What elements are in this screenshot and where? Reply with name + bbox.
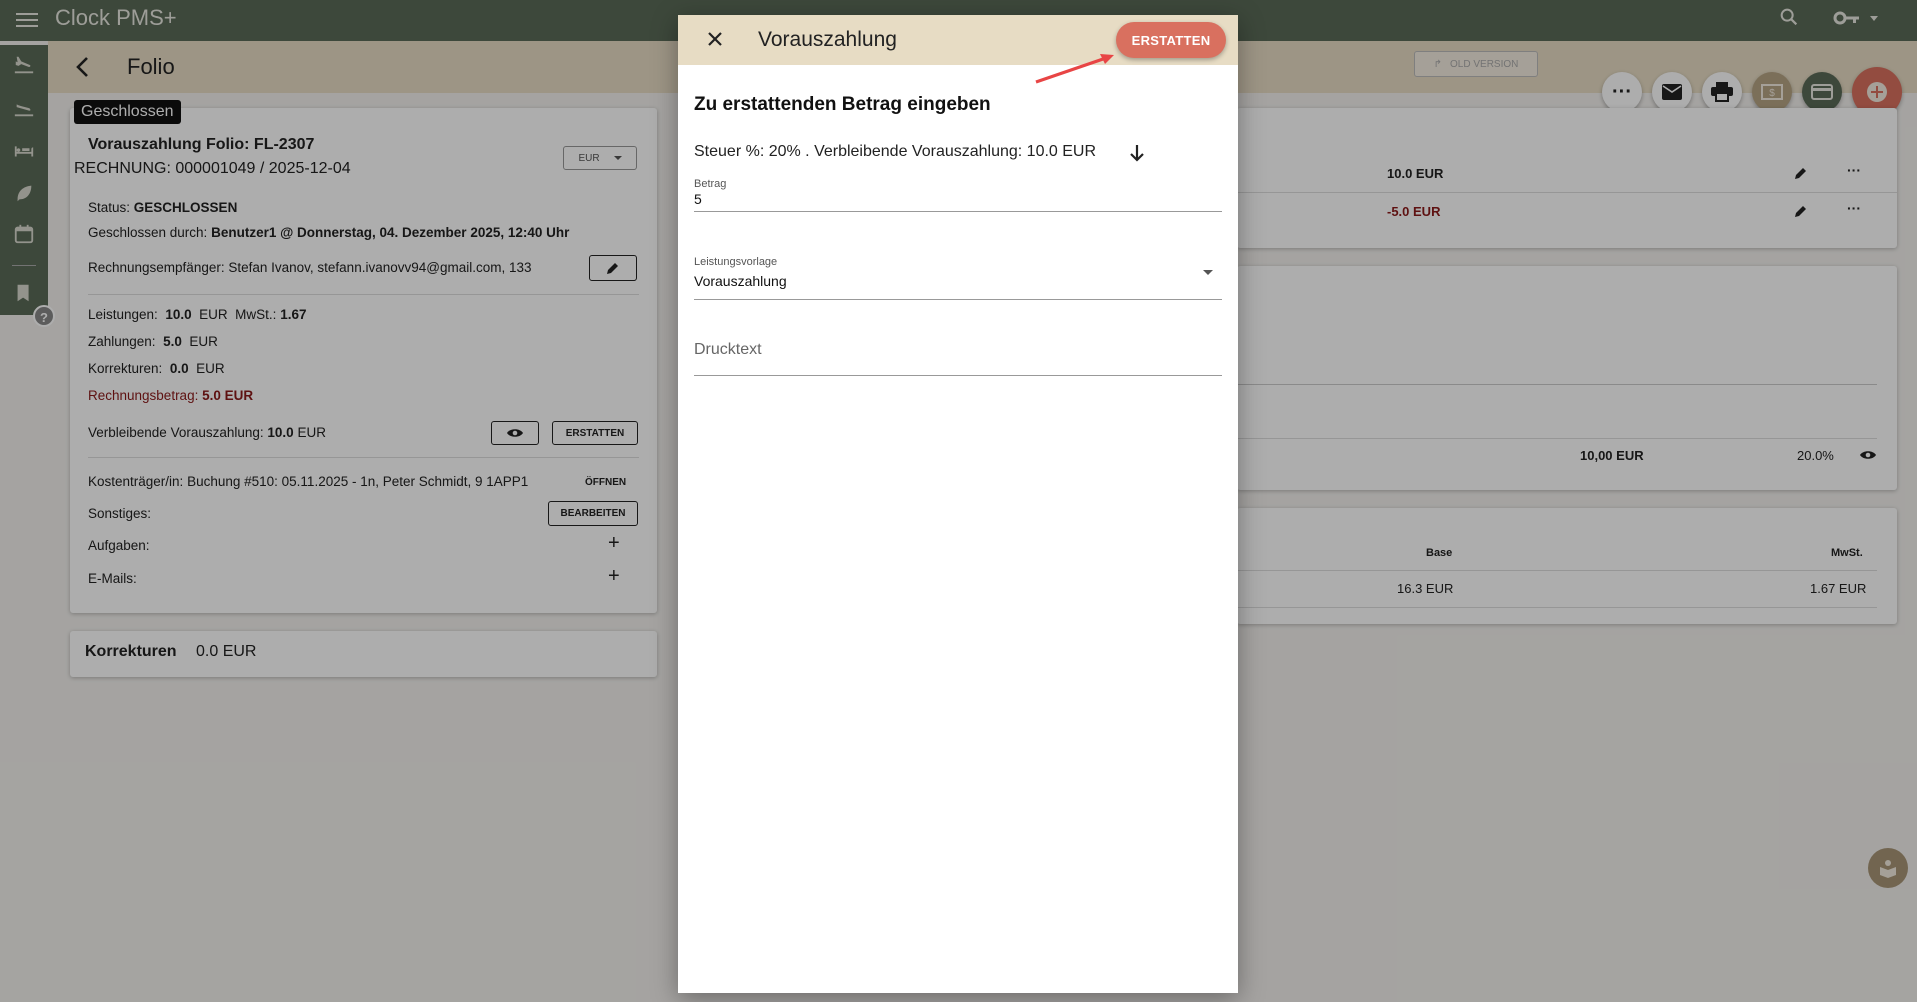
amount-field-underline xyxy=(694,211,1222,212)
close-icon[interactable] xyxy=(706,27,724,55)
template-field-underline xyxy=(694,299,1222,300)
dialog-refund-button[interactable]: ERSTATTEN xyxy=(1116,22,1226,58)
template-field-label: Leistungsvorlage xyxy=(694,256,778,268)
tax-remaining-info: Steuer %: 20% . Verbleibende Vorauszahlu… xyxy=(694,143,1097,160)
arrow-down-icon[interactable] xyxy=(1128,143,1146,168)
amount-field-label: Betrag xyxy=(694,178,727,190)
dialog-header: Vorauszahlung ERSTATTEN xyxy=(678,15,1238,65)
dropdown-caret-icon[interactable] xyxy=(1203,270,1213,275)
dialog-subtitle: Zu erstattenden Betrag eingeben xyxy=(694,94,991,115)
refund-dialog: Vorauszahlung ERSTATTEN Zu erstattenden … xyxy=(678,15,1238,993)
print-text-underline xyxy=(694,375,1222,376)
amount-field[interactable]: 5 xyxy=(694,191,702,207)
template-select[interactable]: Vorauszahlung xyxy=(694,273,787,289)
dialog-title: Vorauszahlung xyxy=(758,28,897,51)
print-text-field[interactable]: Drucktext xyxy=(694,341,762,359)
annotation-arrow xyxy=(1035,54,1114,84)
